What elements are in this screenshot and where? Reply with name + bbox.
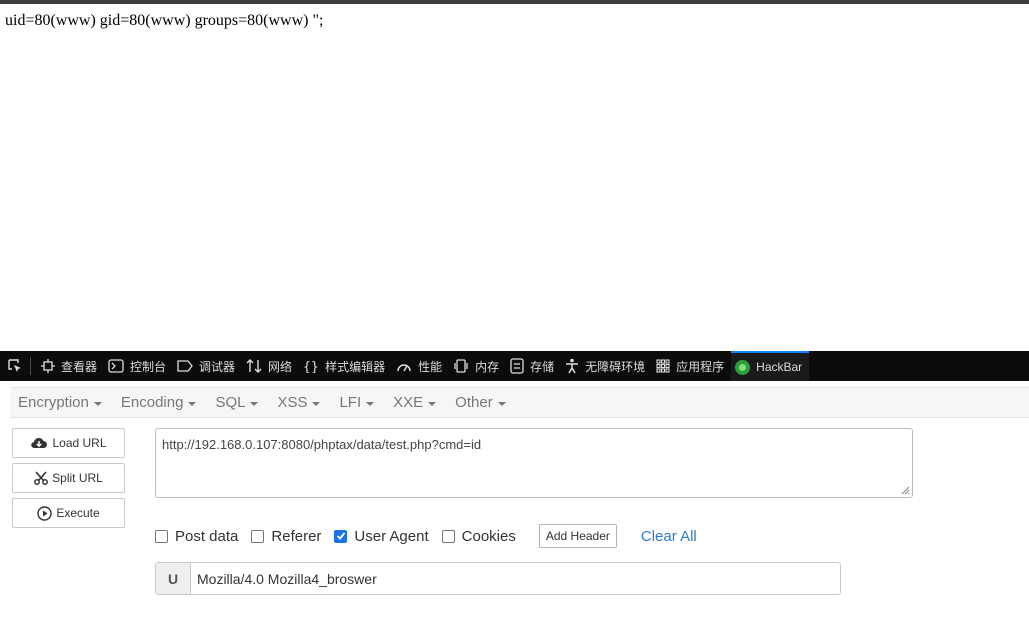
user-agent-input[interactable]: Mozilla/4.0 Mozilla4_broswer (191, 563, 840, 594)
user-agent-checkbox[interactable] (334, 529, 348, 543)
menu-encryption[interactable]: Encryption (18, 394, 102, 411)
console-icon (108, 359, 124, 373)
menu-label: SQL (215, 394, 246, 411)
tab-label: 性能 (418, 359, 443, 374)
accessibility-icon (566, 358, 579, 374)
user-agent-prefix: U (156, 563, 191, 594)
menu-label: Encoding (120, 394, 184, 411)
caret-down-icon (93, 401, 102, 406)
option-label: User Agent (354, 527, 429, 545)
tab-console[interactable]: 控制台 (104, 351, 173, 381)
button-label: Execute (56, 506, 100, 520)
toolbar-divider (30, 357, 31, 375)
caret-down-icon (250, 401, 259, 406)
menu-lfi[interactable]: LFI (339, 394, 375, 411)
tab-label: 样式编辑器 (325, 359, 386, 374)
tab-label: 控制台 (130, 359, 167, 374)
post-data-option[interactable]: Post data (155, 528, 238, 545)
menu-xss[interactable]: XSS (277, 394, 321, 411)
user-agent-option[interactable]: User Agent (334, 527, 429, 545)
caret-down-icon (312, 401, 321, 406)
tab-debugger[interactable]: 调试器 (173, 351, 242, 381)
tab-label: 查看器 (61, 359, 98, 374)
tab-accessibility[interactable]: 无障碍环境 (561, 351, 652, 381)
resize-grip-icon[interactable] (900, 485, 910, 495)
element-picker-button[interactable] (0, 351, 30, 381)
tab-label: 调试器 (199, 359, 236, 374)
tab-inspector[interactable]: 查看器 (37, 351, 104, 381)
execute-button[interactable]: Execute (12, 498, 125, 528)
referer-option[interactable]: Referer (251, 528, 321, 545)
performance-icon (397, 364, 411, 372)
post-data-checkbox[interactable] (155, 529, 168, 543)
tab-label: 应用程序 (676, 359, 725, 374)
svg-text:{}: {} (303, 360, 319, 373)
checkmark-icon (336, 532, 346, 540)
user-agent-value: Mozilla/4.0 Mozilla4_broswer (197, 570, 377, 587)
tab-label: HackBar (756, 360, 803, 374)
menu-label: Encryption (18, 394, 89, 411)
button-label: Split URL (52, 471, 103, 485)
menu-encoding[interactable]: Encoding (121, 394, 197, 411)
option-label: Post data (175, 527, 239, 545)
debugger-icon (177, 360, 193, 372)
tab-memory[interactable]: 内存 (449, 351, 506, 381)
devtools-toolbar: 查看器 控制台 调试器 网络 {} 样式编辑器 性能 内存 存储 无障碍环境 应… (0, 351, 1029, 381)
tab-label: 网络 (268, 359, 293, 374)
tab-network[interactable]: 网络 (242, 351, 299, 381)
url-text: http://192.168.0.107:8080/phptax/data/te… (162, 437, 482, 452)
cookies-checkbox[interactable] (441, 529, 455, 543)
caret-down-icon (497, 401, 506, 406)
hackbar-logo-icon (735, 359, 751, 375)
request-options: Post data Referer User Agent Cookies Add… (155, 524, 697, 548)
user-agent-field-group: U Mozilla/4.0 Mozilla4_broswer (155, 562, 841, 595)
tab-performance[interactable]: 性能 (392, 351, 449, 381)
cloud-download-icon (31, 437, 48, 449)
tab-application[interactable]: 应用程序 (652, 351, 731, 381)
option-label: Referer (271, 527, 322, 545)
caret-down-icon (428, 401, 437, 406)
tab-label: 存储 (530, 359, 555, 374)
network-icon (246, 359, 262, 373)
tab-label: 无障碍环境 (585, 359, 646, 374)
hackbar-menu-bar: Encryption Encoding SQL XSS LFI XXE Othe… (10, 387, 1029, 418)
element-picker-icon (8, 359, 21, 372)
storage-icon (510, 358, 524, 374)
memory-icon (454, 359, 468, 373)
scissors-icon (34, 471, 49, 485)
menu-label: XSS (277, 394, 308, 411)
button-label: Load URL (52, 436, 107, 450)
add-header-button[interactable]: Add Header (538, 524, 617, 548)
menu-label: Other (455, 394, 493, 411)
menu-xxe[interactable]: XXE (393, 394, 437, 411)
menu-label: XXE (393, 394, 424, 411)
menu-other[interactable]: Other (455, 394, 506, 411)
play-circle-icon (37, 505, 53, 521)
caret-down-icon (188, 401, 197, 406)
inspector-icon (41, 359, 55, 373)
url-textarea[interactable]: http://192.168.0.107:8080/phptax/data/te… (155, 428, 913, 498)
style-editor-icon: {} (303, 360, 319, 373)
split-url-button[interactable]: Split URL (12, 463, 125, 493)
tab-style-editor[interactable]: {} 样式编辑器 (299, 351, 392, 381)
application-icon (656, 359, 670, 373)
tab-label: 内存 (475, 359, 500, 374)
menu-label: LFI (339, 394, 362, 411)
option-label: Cookies (461, 527, 516, 545)
page-top-border (0, 0, 1029, 4)
tab-storage[interactable]: 存储 (506, 351, 561, 381)
cookies-option[interactable]: Cookies (441, 527, 516, 545)
referer-checkbox[interactable] (251, 529, 265, 543)
caret-down-icon (366, 401, 375, 406)
menu-sql[interactable]: SQL (215, 394, 259, 411)
clear-all-link[interactable]: Clear All (641, 528, 697, 545)
command-output-text: uid=80(www) gid=80(www) groups=80(www) "… (5, 12, 324, 29)
tab-hackbar[interactable]: HackBar (731, 351, 810, 381)
load-url-button[interactable]: Load URL (12, 428, 125, 458)
